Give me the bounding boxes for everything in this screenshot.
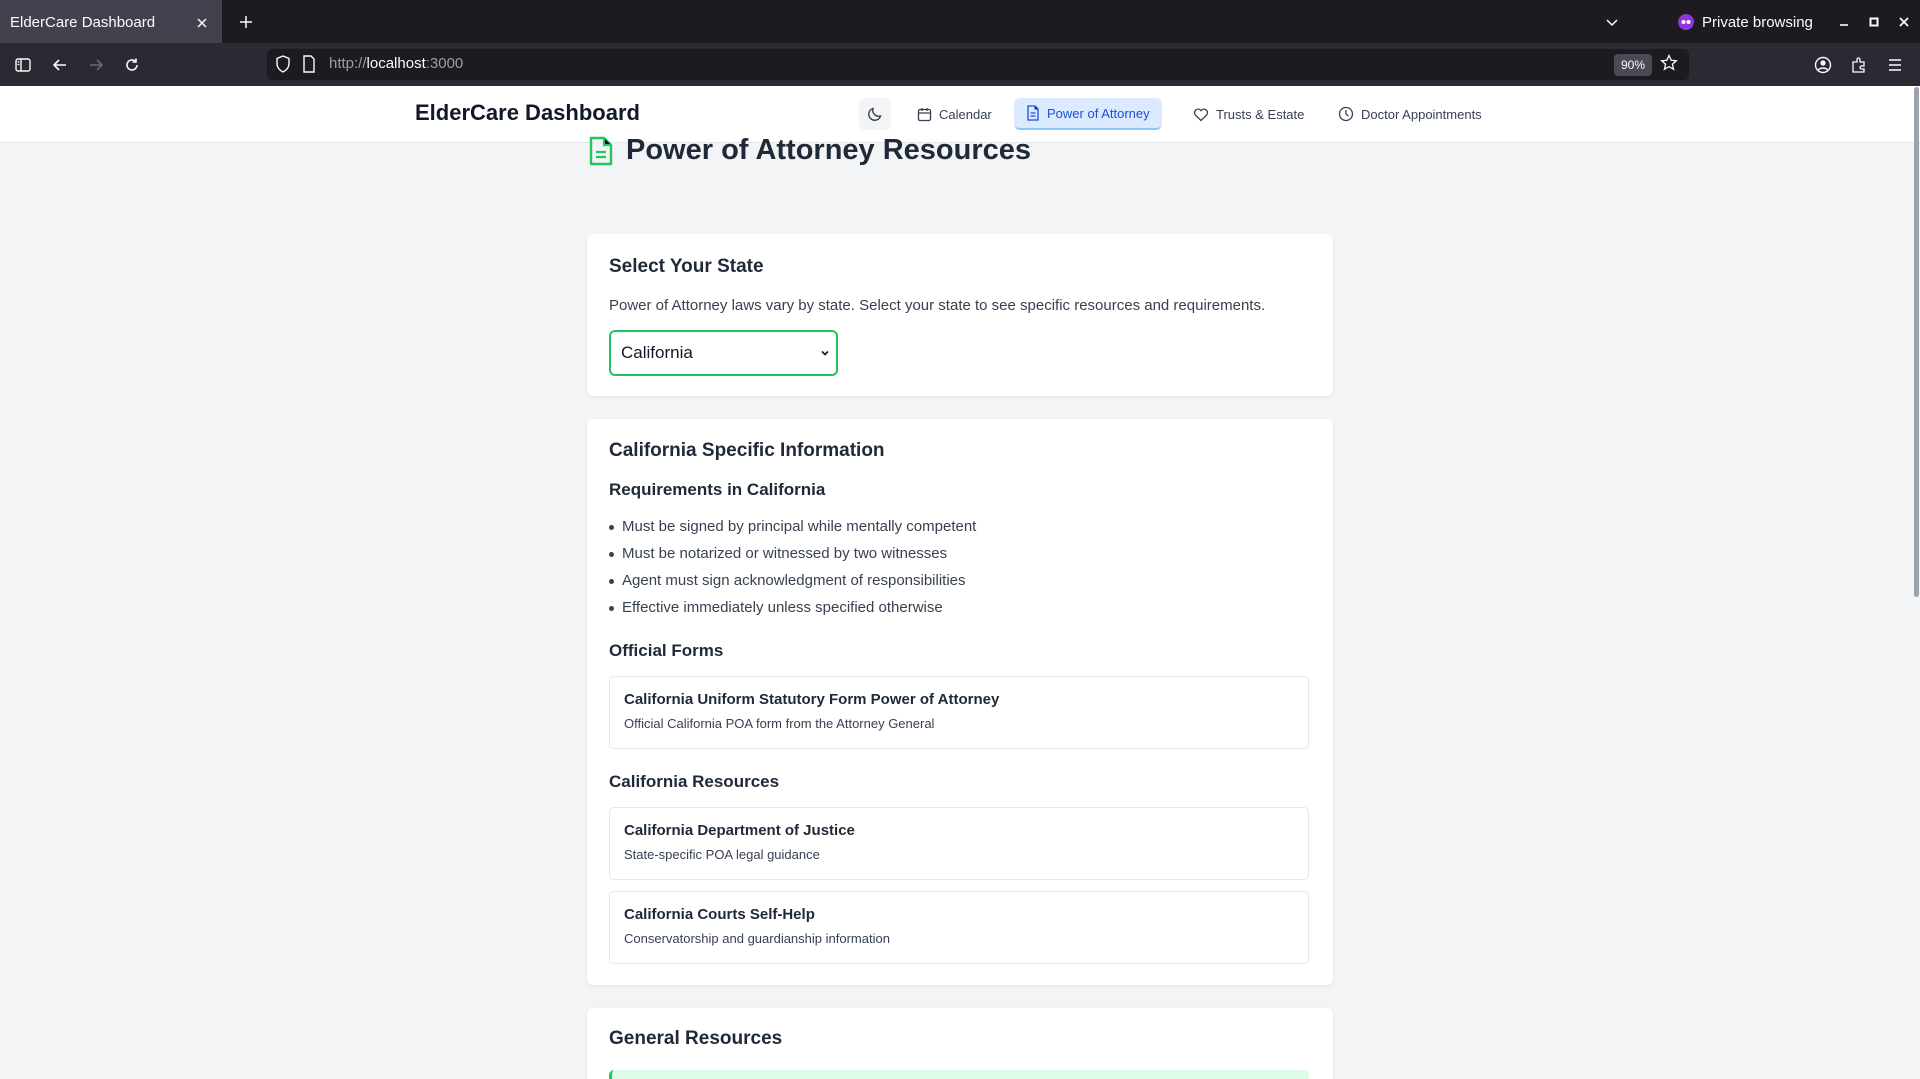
private-mask-icon: [1678, 14, 1694, 30]
select-state-description: Power of Attorney laws vary by state. Se…: [609, 297, 1266, 314]
new-tab-icon[interactable]: [232, 8, 260, 36]
resource-description: Conservatorship and guardianship informa…: [624, 931, 890, 946]
state-select-value: California: [621, 343, 693, 362]
form-link[interactable]: California Uniform Statutory Form Power …: [609, 676, 1309, 749]
list-tabs-icon[interactable]: [1598, 8, 1626, 36]
reload-icon[interactable]: [117, 50, 147, 80]
theme-toggle-button[interactable]: [859, 98, 891, 130]
list-item: Agent must sign acknowledgment of respon…: [609, 571, 976, 598]
nav-doctor-appointments[interactable]: Doctor Appointments: [1326, 98, 1494, 130]
close-tab-icon[interactable]: [188, 9, 216, 37]
nav-trusts-estate-label: Trusts & Estate: [1216, 106, 1305, 122]
tracking-shield-icon[interactable]: [275, 55, 291, 78]
page-info-icon[interactable]: [302, 55, 316, 78]
state-specific-heading: California Specific Information: [609, 440, 885, 461]
document-icon: [589, 136, 613, 165]
general-resources-card: General Resources: [587, 1008, 1333, 1079]
resource-link[interactable]: California Department of Justice State-s…: [609, 807, 1309, 880]
document-icon: [1027, 105, 1039, 121]
private-browsing-label: Private browsing: [1702, 13, 1813, 31]
tab-title: ElderCare Dashboard: [10, 14, 156, 31]
page-title: Power of Attorney Resources: [626, 134, 1032, 166]
state-resources-heading: California Resources: [609, 772, 780, 791]
resource-description: State-specific POA legal guidance: [624, 847, 820, 862]
calendar-icon: [917, 107, 932, 121]
state-select[interactable]: California: [609, 330, 838, 376]
page-scrollbar[interactable]: [1914, 87, 1919, 597]
heart-icon: [1193, 108, 1209, 121]
private-browsing-indicator: Private browsing: [1678, 8, 1813, 36]
resource-title: California Department of Justice: [624, 822, 855, 839]
clock-icon: [1338, 106, 1354, 122]
state-specific-card: California Specific Information Requirem…: [587, 419, 1333, 985]
requirements-list: Must be signed by principal while mental…: [609, 517, 976, 625]
list-item: Must be signed by principal while mental…: [609, 517, 976, 544]
bookmark-star-icon[interactable]: [1660, 53, 1678, 77]
nav-power-of-attorney-label: Power of Attorney: [1047, 105, 1150, 121]
nav-calendar-label: Calendar: [939, 106, 992, 122]
official-forms-heading: Official Forms: [609, 641, 724, 660]
general-resources-heading: General Resources: [609, 1028, 783, 1049]
general-resource-item[interactable]: [609, 1070, 1309, 1079]
minimize-icon[interactable]: [1830, 8, 1858, 36]
nav-power-of-attorney[interactable]: Power of Attorney: [1014, 98, 1162, 130]
form-description: Official California POA form from the At…: [624, 716, 935, 731]
address-bar[interactable]: http://localhost:3000 90%: [267, 49, 1689, 80]
list-item: Must be notarized or witnessed by two wi…: [609, 544, 976, 571]
account-icon[interactable]: [1808, 50, 1838, 80]
back-arrow-icon[interactable]: [45, 50, 75, 80]
zoom-level-badge[interactable]: 90%: [1614, 54, 1653, 76]
app-brand[interactable]: ElderCare Dashboard: [415, 100, 640, 126]
close-window-icon[interactable]: [1890, 8, 1918, 36]
nav-trusts-estate[interactable]: Trusts & Estate: [1181, 98, 1316, 130]
chevron-down-icon: [821, 350, 829, 356]
browser-tab[interactable]: ElderCare Dashboard: [0, 0, 222, 43]
forward-arrow-icon[interactable]: [81, 50, 111, 80]
app-menu-icon[interactable]: [1880, 50, 1910, 80]
maximize-icon[interactable]: [1860, 8, 1888, 36]
browser-toolbar: http://localhost:3000 90%: [0, 43, 1920, 86]
sidebar-toggle-icon[interactable]: [8, 50, 38, 80]
nav-calendar[interactable]: Calendar: [905, 98, 1004, 130]
resource-link[interactable]: California Courts Self-Help Conservators…: [609, 891, 1309, 964]
extensions-icon[interactable]: [1844, 50, 1874, 80]
nav-doctor-appointments-label: Doctor Appointments: [1361, 106, 1482, 122]
requirements-heading: Requirements in California: [609, 480, 826, 499]
page-title-row: Power of Attorney Resources: [588, 134, 1031, 167]
browser-tab-strip: ElderCare Dashboard Private browsing: [0, 0, 1920, 43]
resource-title: California Courts Self-Help: [624, 906, 815, 923]
moon-icon: [868, 107, 882, 121]
page-viewport: ElderCare Dashboard Calendar Power of At…: [0, 86, 1920, 1079]
form-title: California Uniform Statutory Form Power …: [624, 691, 1000, 708]
list-item: Effective immediately unless specified o…: [609, 598, 976, 625]
select-state-card: Select Your State Power of Attorney laws…: [587, 234, 1333, 396]
url-text[interactable]: http://localhost:3000: [329, 55, 463, 72]
select-state-heading: Select Your State: [609, 256, 764, 277]
